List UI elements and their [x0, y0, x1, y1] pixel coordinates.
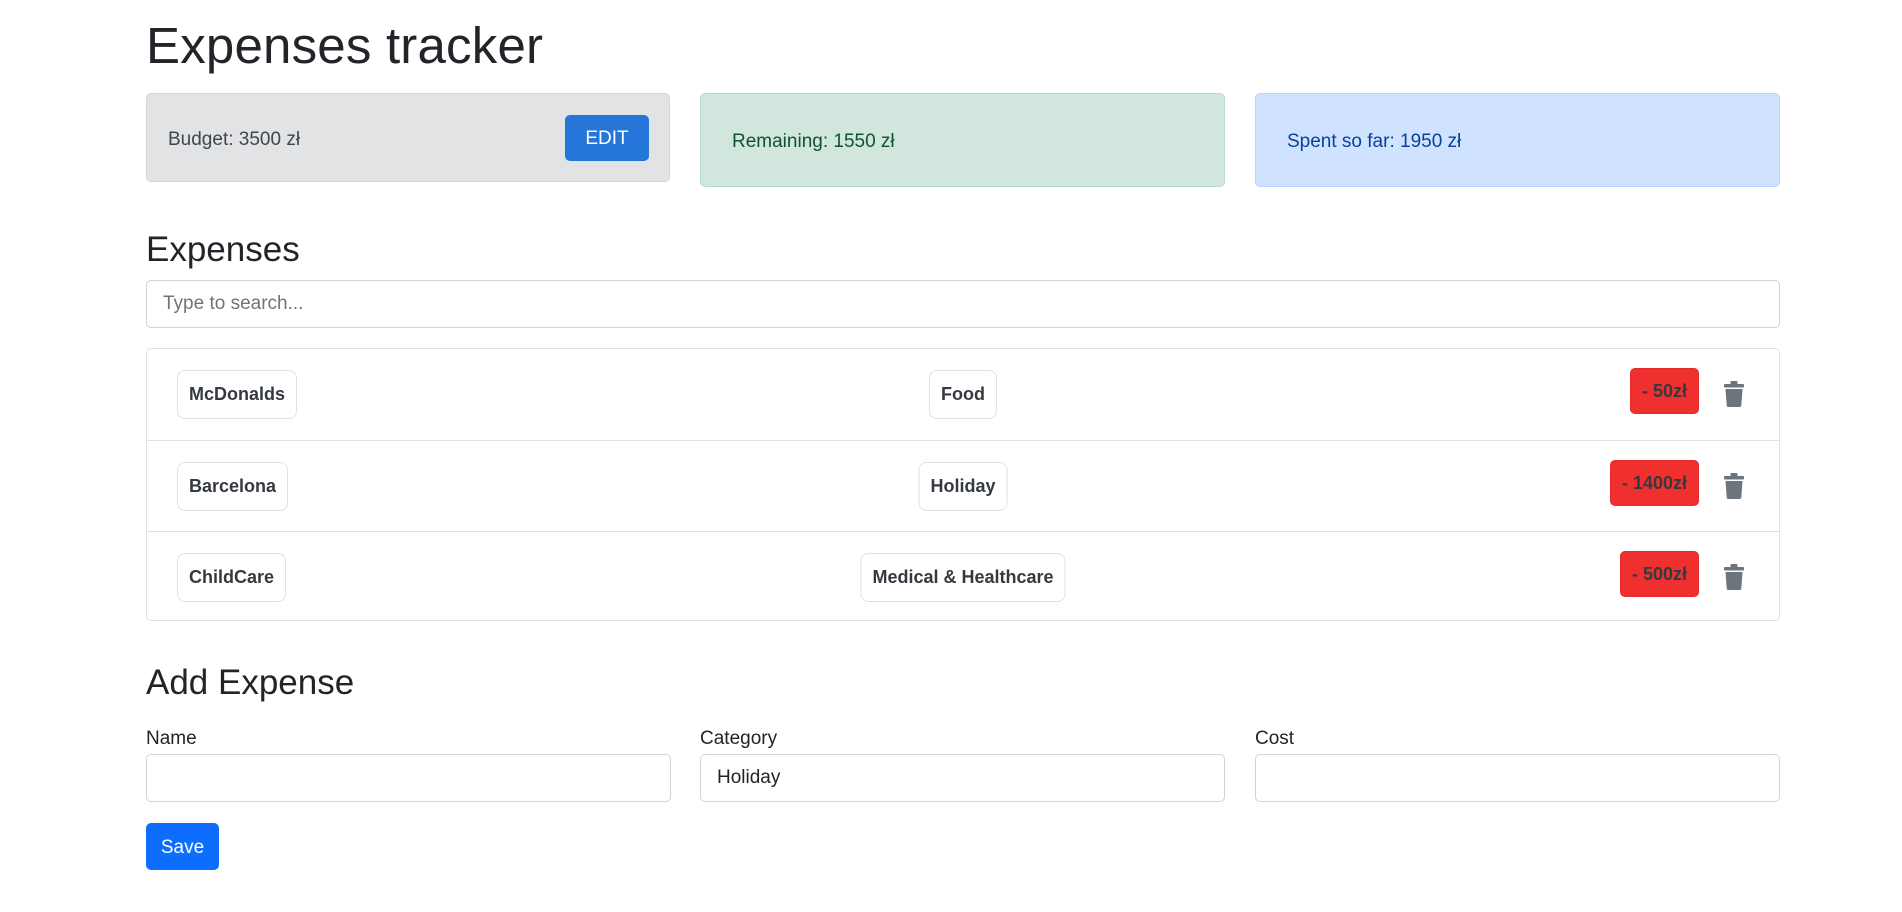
expense-cost-badge: - 500zł: [1619, 551, 1699, 597]
delete-expense-button[interactable]: [1724, 564, 1744, 590]
add-expense-heading: Add Expense: [146, 663, 355, 702]
name-input[interactable]: [146, 754, 671, 802]
expense-category: Food: [929, 370, 997, 419]
expense-row: McDonalds Food - 50zł: [147, 349, 1779, 439]
name-label: Name: [146, 728, 197, 749]
expense-name: Barcelona: [177, 462, 289, 511]
budget-text: Budget: 3500 zł: [168, 129, 301, 150]
category-field-group: Category: [700, 727, 1225, 802]
expense-category: Medical & Healthcare: [860, 553, 1066, 602]
cost-field-group: Cost: [1255, 727, 1780, 802]
remaining-text: Remaining: 1550 zł: [732, 131, 895, 152]
delete-expense-button[interactable]: [1724, 473, 1744, 499]
remaining-card: Remaining: 1550 zł: [700, 93, 1225, 187]
category-label: Category: [700, 728, 778, 749]
trash-icon: [1724, 564, 1744, 590]
expense-row: Barcelona Holiday - 1400zł: [147, 440, 1779, 530]
expense-row: ChildCare Medical & Healthcare - 500zł: [147, 531, 1779, 621]
expense-category: Holiday: [918, 462, 1008, 511]
save-button[interactable]: Save: [146, 823, 219, 870]
cost-label: Cost: [1255, 728, 1295, 749]
expense-list: McDonalds Food - 50zł Barcelona Holiday …: [146, 348, 1780, 621]
expense-name: ChildCare: [177, 553, 287, 602]
expense-cost-badge: - 50zł: [1629, 368, 1699, 414]
category-input[interactable]: [700, 754, 1225, 802]
delete-expense-button[interactable]: [1724, 381, 1744, 407]
search-input[interactable]: [146, 280, 1780, 328]
page-title: Expenses tracker: [146, 17, 544, 74]
expense-cost-badge: - 1400zł: [1609, 460, 1699, 506]
edit-budget-button[interactable]: EDIT: [565, 115, 649, 161]
summary-cards: Budget: 3500 zł EDIT Remaining: 1550 zł …: [146, 93, 1780, 189]
budget-card: Budget: 3500 zł EDIT: [146, 93, 670, 182]
trash-icon: [1724, 381, 1744, 407]
spent-card: Spent so far: 1950 zł: [1255, 93, 1780, 187]
spent-text: Spent so far: 1950 zł: [1287, 131, 1462, 152]
cost-input[interactable]: [1255, 754, 1780, 802]
name-field-group: Name: [146, 727, 671, 802]
expenses-heading: Expenses: [146, 230, 300, 269]
trash-icon: [1724, 473, 1744, 499]
expense-name: McDonalds: [177, 370, 298, 419]
